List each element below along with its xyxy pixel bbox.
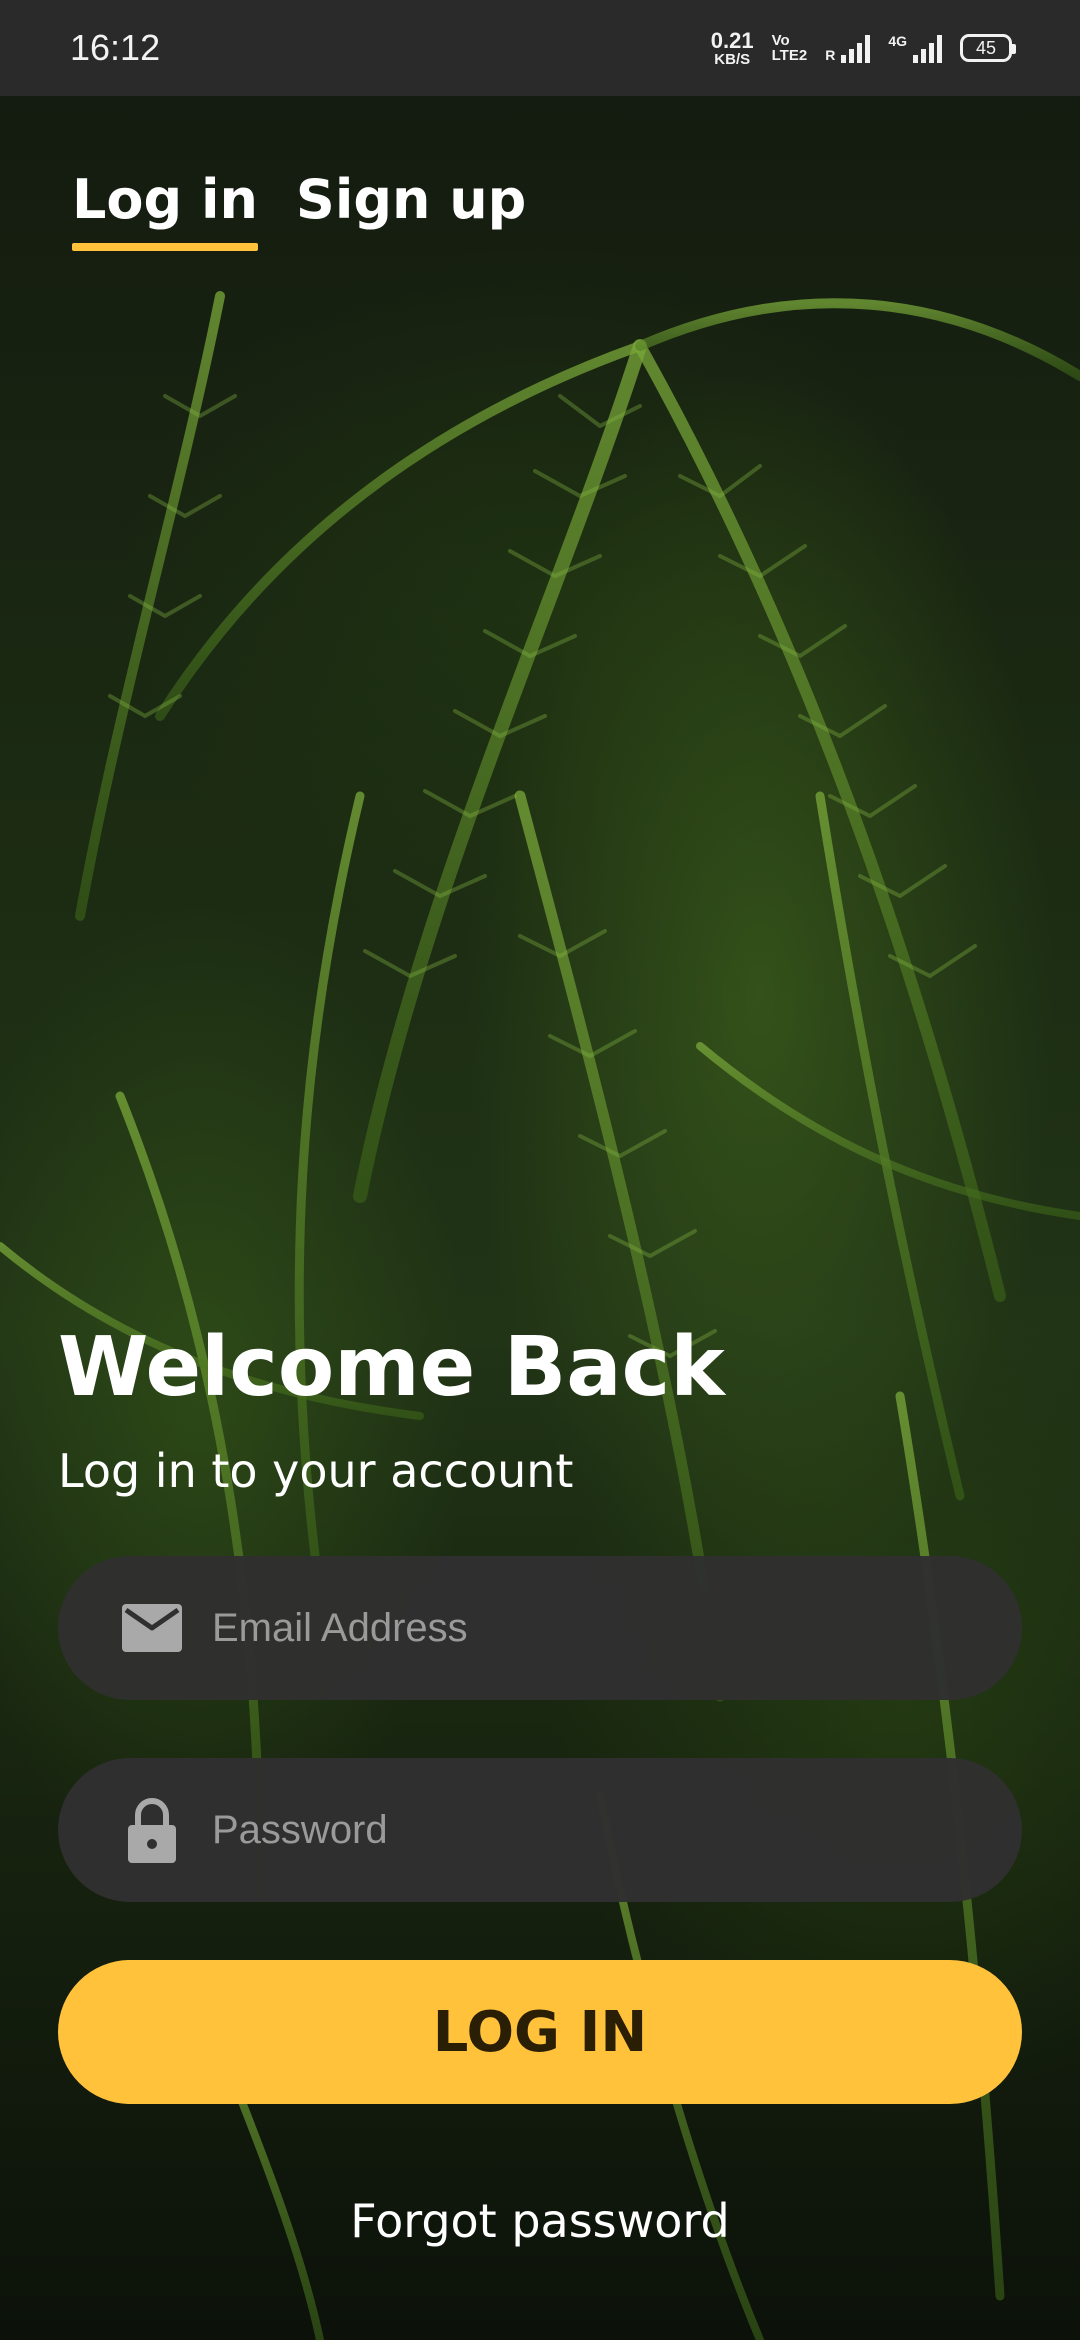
signal-sim1-icon: R — [825, 33, 871, 63]
forgot-password-link[interactable]: Forgot password — [0, 2194, 1080, 2248]
volte-bottom: LTE2 — [771, 47, 808, 64]
signal-sim2-icon: 4G — [888, 33, 942, 63]
battery-icon: 45 — [960, 34, 1016, 62]
network-speed-value: 0.21 — [710, 27, 754, 53]
email-field[interactable] — [58, 1556, 1022, 1700]
page-title: Welcome Back — [58, 1320, 725, 1415]
tab-sign-up[interactable]: Sign up — [296, 168, 526, 251]
sim2-network-label: 4G — [888, 33, 907, 49]
status-time: 16:12 — [70, 27, 161, 68]
auth-tabs: Log in Sign up — [72, 168, 526, 251]
email-input[interactable] — [212, 1605, 992, 1651]
network-speed-unit: KB/S — [714, 50, 751, 68]
status-indicators: 0.21 KB/S Vo LTE2 R 4G 45 — [710, 27, 1016, 68]
envelope-icon — [122, 1604, 182, 1652]
login-button[interactable]: LOG IN — [58, 1960, 1022, 2104]
lock-icon — [122, 1797, 182, 1863]
volte-icon: Vo LTE2 — [772, 33, 808, 63]
password-input[interactable] — [212, 1807, 992, 1853]
status-bar: 16:12 0.21 KB/S Vo LTE2 R 4G 45 — [0, 0, 1080, 96]
sim1-roaming-label: R — [825, 47, 836, 63]
page-subtitle: Log in to your account — [58, 1444, 574, 1498]
network-speed: 0.21 KB/S — [710, 27, 754, 68]
tab-log-in[interactable]: Log in — [72, 168, 258, 251]
password-field[interactable] — [58, 1758, 1022, 1902]
volte-top: Vo — [771, 32, 790, 49]
battery-level: 45 — [975, 37, 997, 58]
